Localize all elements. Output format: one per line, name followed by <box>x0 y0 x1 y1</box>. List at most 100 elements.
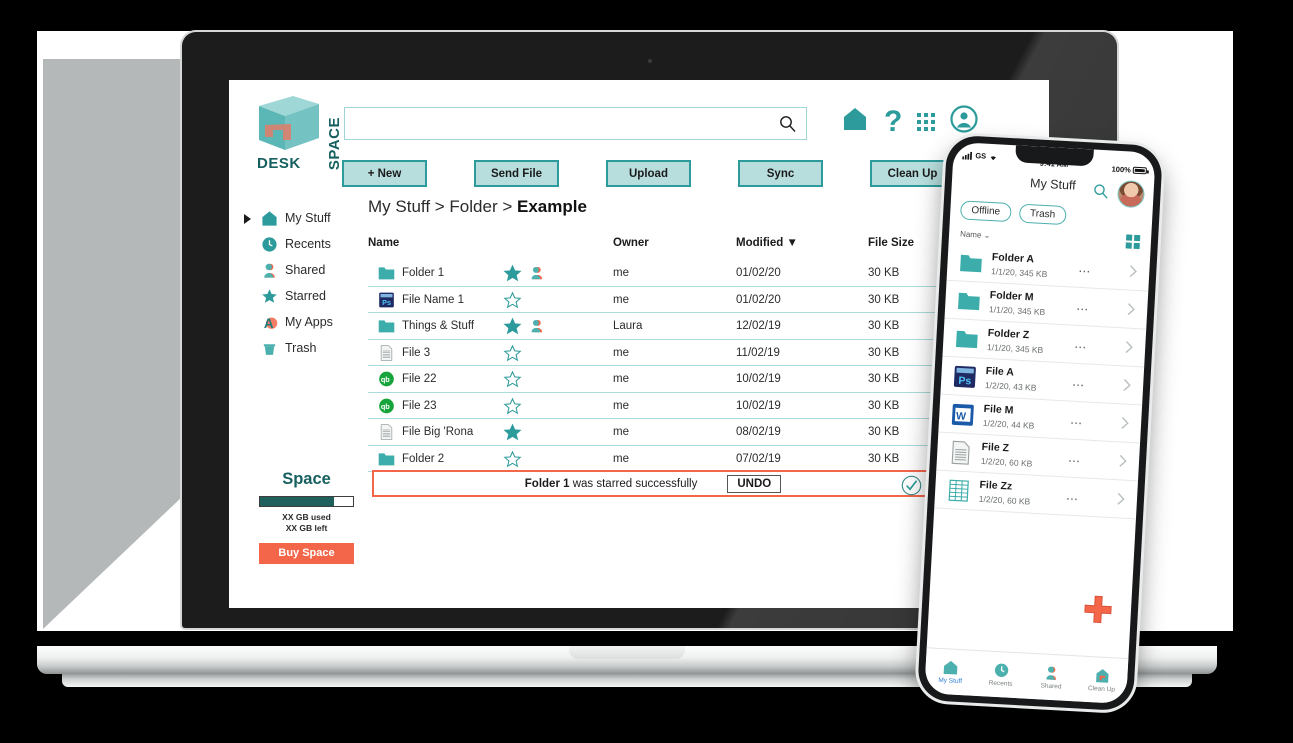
row-shared-icon <box>529 423 544 441</box>
sidebar-item-starred[interactable]: Starred <box>241 283 351 309</box>
home-icon[interactable] <box>841 105 869 138</box>
help-icon[interactable]: ? <box>884 106 902 137</box>
row-name[interactable]: Folder 2 <box>402 453 444 465</box>
new-button[interactable]: + New <box>342 160 427 187</box>
row-star-toggle[interactable] <box>503 291 522 309</box>
list-item-icon: W <box>951 402 975 427</box>
table-row[interactable]: Folder 2 me 07/02/19 30 KB <box>368 446 1016 472</box>
column-header-modified[interactable]: Modified ▼ <box>736 237 798 249</box>
sidebar-item-shared[interactable]: Shared <box>241 257 351 283</box>
chevron-right-icon[interactable] <box>1125 341 1134 359</box>
person-icon <box>1046 666 1057 680</box>
column-header-name[interactable]: Name <box>368 237 399 249</box>
table-row[interactable]: Things & Stuff Laura 12/02/19 30 KB <box>368 313 1016 340</box>
row-name[interactable]: Things & Stuff <box>402 320 474 332</box>
chevron-right-icon[interactable] <box>1129 265 1138 283</box>
column-header-file-size[interactable]: File Size <box>868 237 914 249</box>
table-row[interactable]: Ps File Name 1 me 01/02/20 30 KB <box>368 287 1016 313</box>
sidebar-item-my-stuff[interactable]: My Stuff <box>241 205 351 231</box>
buy-space-button[interactable]: Buy Space <box>259 542 354 564</box>
list-item-icon <box>949 440 973 465</box>
add-fab[interactable] <box>1082 594 1114 626</box>
row-star-toggle[interactable] <box>503 370 522 388</box>
overflow-menu-icon[interactable]: ⋯ <box>1074 340 1088 355</box>
chevron-right-icon[interactable] <box>1121 416 1130 434</box>
clean-up-button[interactable]: Clean Up <box>870 160 955 187</box>
apps-grid-icon[interactable] <box>917 112 936 131</box>
row-shared-icon <box>529 317 544 335</box>
sync-button[interactable]: Sync <box>738 160 823 187</box>
list-item-icon <box>957 288 981 313</box>
breadcrumb-part-2[interactable]: Folder <box>449 197 497 216</box>
row-shared-icon <box>529 397 544 415</box>
app-logo[interactable]: DESK SPACE <box>253 92 345 172</box>
table-row[interactable]: File 3 me 11/02/19 30 KB <box>368 340 1016 366</box>
star-filled-icon[interactable] <box>503 264 522 282</box>
avatar[interactable] <box>1116 179 1146 209</box>
row-name[interactable]: File 22 <box>402 373 437 385</box>
sidebar-item-recents[interactable]: Recents <box>241 231 351 257</box>
trash-pill[interactable]: Trash <box>1018 203 1067 226</box>
account-avatar-icon[interactable] <box>950 105 978 138</box>
row-star-toggle[interactable] <box>503 264 522 282</box>
row-star-toggle[interactable] <box>503 423 522 441</box>
overflow-menu-icon[interactable]: ⋯ <box>1066 492 1080 507</box>
overflow-menu-icon[interactable]: ⋯ <box>1078 264 1092 279</box>
row-name[interactable]: File Name 1 <box>402 294 464 306</box>
row-modified: 10/02/19 <box>736 373 781 385</box>
star-outline-icon[interactable] <box>503 344 522 362</box>
overflow-menu-icon[interactable]: ⋯ <box>1068 454 1082 469</box>
upload-button[interactable]: Upload <box>606 160 691 187</box>
tab-clean-up[interactable]: Clean Up <box>1076 656 1129 704</box>
chevron-right-icon[interactable] <box>1116 492 1125 510</box>
sidebar-item-trash[interactable]: Trash <box>241 335 351 361</box>
star-outline-icon[interactable] <box>503 450 522 468</box>
row-star-toggle[interactable] <box>503 397 522 415</box>
row-file-size: 30 KB <box>868 452 900 465</box>
sort-control[interactable]: Name ⌄ <box>960 229 991 240</box>
chevron-right-icon[interactable] <box>1123 378 1132 396</box>
overflow-menu-icon[interactable]: ⋯ <box>1072 378 1086 393</box>
star-outline-icon[interactable] <box>503 291 522 309</box>
row-star-toggle[interactable] <box>503 317 522 335</box>
row-modified: 11/02/19 <box>736 346 780 359</box>
table-row[interactable]: Folder 1 me 01/02/20 30 KB <box>368 260 1016 287</box>
chevron-right-icon[interactable] <box>1127 303 1136 321</box>
overflow-menu-icon[interactable]: ⋯ <box>1076 302 1090 317</box>
clock-icon <box>261 236 278 253</box>
grid-view-icon[interactable] <box>1125 234 1141 250</box>
tab-my-stuff[interactable]: My Stuff <box>924 648 977 696</box>
star-outline-icon[interactable] <box>503 370 522 388</box>
breadcrumb-part-1[interactable]: My Stuff <box>368 197 430 216</box>
row-file-icon: qb <box>378 398 395 414</box>
star-outline-icon[interactable] <box>503 397 522 415</box>
search-icon[interactable] <box>1092 183 1110 206</box>
row-star-toggle[interactable] <box>503 344 522 362</box>
breadcrumb-sep: > <box>497 197 517 216</box>
column-header-owner[interactable]: Owner <box>613 237 649 249</box>
overflow-menu-icon[interactable]: ⋯ <box>1070 416 1084 431</box>
tab-shared[interactable]: Shared <box>1025 654 1078 702</box>
table-row[interactable]: qb File 23 me 10/02/19 30 KB <box>368 393 1016 419</box>
undo-button[interactable]: UNDO <box>727 474 782 493</box>
search-icon[interactable] <box>778 114 798 134</box>
star-filled-icon[interactable] <box>503 423 522 441</box>
row-name[interactable]: File Big 'Rona <box>402 426 473 438</box>
row-name[interactable]: Folder 1 <box>402 267 444 279</box>
tab-recents[interactable]: Recents <box>975 651 1028 699</box>
chevron-right-icon[interactable] <box>1118 454 1127 472</box>
table-row[interactable]: File Big 'Rona me 08/02/19 30 KB <box>368 419 1016 446</box>
table-row[interactable]: qb File 22 me 10/02/19 30 KB <box>368 366 1016 393</box>
search-bar[interactable] <box>344 107 807 140</box>
search-input[interactable] <box>345 108 806 139</box>
row-name[interactable]: File 23 <box>402 400 437 412</box>
row-name[interactable]: File 3 <box>402 347 430 359</box>
offline-pill[interactable]: Offline <box>959 200 1012 223</box>
row-star-toggle[interactable] <box>503 450 522 468</box>
send-file-button[interactable]: Send File <box>474 160 559 187</box>
star-filled-icon[interactable] <box>503 317 522 335</box>
check-circle-icon[interactable] <box>901 475 922 499</box>
sidebar-item-my-apps[interactable]: A My Apps <box>241 309 351 335</box>
row-owner: me <box>613 346 629 359</box>
expand-caret-icon[interactable] <box>244 214 251 224</box>
